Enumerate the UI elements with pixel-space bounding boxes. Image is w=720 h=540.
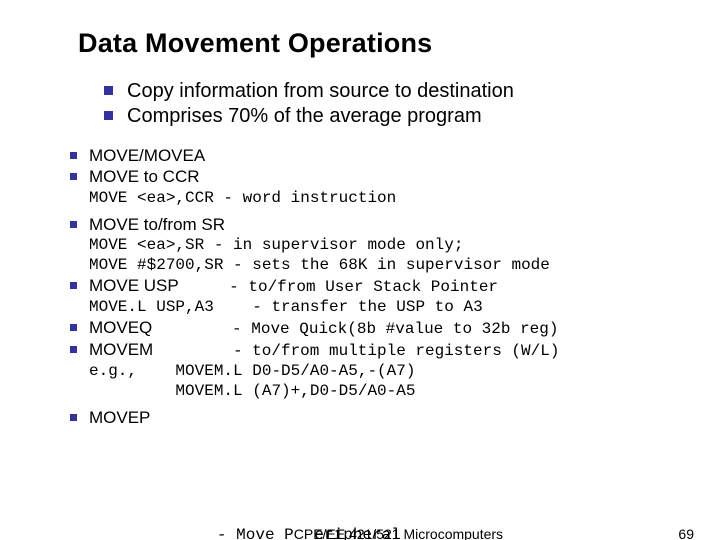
instr-row: MOVE USP - to/from User Stack Pointer — [70, 275, 700, 297]
square-bullet-icon — [70, 414, 77, 421]
instr-row: MOVEP — [70, 407, 700, 428]
slide: Data Movement Operations Copy informatio… — [0, 0, 720, 540]
instr-name: MOVE USP — [89, 276, 178, 295]
code-part: MOVE.L USP,A3 — [89, 298, 214, 316]
movep-desc-after: eripheral — [314, 526, 400, 540]
code-line: MOVE <ea>,SR - in supervisor mode only; — [89, 235, 700, 255]
instr-desc: - Move Quick(8b #value to 32b reg) — [232, 320, 558, 338]
instr-row: MOVE to/from SR — [70, 214, 700, 235]
instr-label: MOVEP — [89, 407, 150, 428]
instr-desc: - to/from User Stack Pointer — [229, 278, 498, 296]
instr-label: MOVE to/from SR — [89, 214, 225, 235]
instr-label: MOVE/MOVEA — [89, 145, 205, 166]
code-part: MOVEM.L D0-D5/A0-A5,-(A7) — [175, 362, 415, 380]
top-bullet-row: Comprises 70% of the average program — [104, 104, 700, 129]
instr-row: MOVEM - to/from multiple registers (W/L) — [70, 339, 700, 361]
code-eg: e.g., — [89, 362, 137, 380]
movep-desc-before: - Move P — [217, 526, 294, 540]
instruction-group: MOVE/MOVEA MOVE to CCR MOVE <ea>,CCR - w… — [70, 145, 700, 428]
top-bullet-text: Comprises 70% of the average program — [127, 104, 482, 129]
top-bullet-group: Copy information from source to destinat… — [104, 79, 700, 129]
square-bullet-icon — [104, 86, 113, 95]
instr-name: MOVEM — [89, 340, 153, 359]
top-bullet-row: Copy information from source to destinat… — [104, 79, 700, 104]
code-part: MOVEM.L (A7)+,D0-D5/A0-A5 — [175, 382, 415, 400]
code-line: e.g., MOVEM.L D0-D5/A0-A5,-(A7) — [89, 361, 700, 381]
top-bullet-text: Copy information from source to destinat… — [127, 79, 514, 104]
instr-label: MOVEQ - Move Quick(8b #value to 32b reg) — [89, 317, 558, 339]
square-bullet-icon — [70, 152, 77, 159]
code-line: MOVE <ea>,CCR - word instruction — [89, 188, 700, 208]
code-line: MOVEM.L (A7)+,D0-D5/A0-A5 — [89, 381, 700, 401]
instr-name: MOVEP — [89, 408, 150, 427]
square-bullet-icon — [70, 173, 77, 180]
slide-title: Data Movement Operations — [78, 28, 700, 59]
instr-row: MOVE/MOVEA — [70, 145, 700, 166]
square-bullet-icon — [70, 346, 77, 353]
instr-row: MOVE to CCR — [70, 166, 700, 187]
code-line: MOVE #$2700,SR - sets the 68K in supervi… — [89, 255, 700, 275]
instr-label: MOVE USP - to/from User Stack Pointer — [89, 275, 498, 297]
instr-name: MOVEQ — [89, 318, 152, 337]
square-bullet-icon — [104, 111, 113, 120]
instr-label: MOVEM - to/from multiple registers (W/L) — [89, 339, 559, 361]
page-number: 69 — [678, 526, 694, 540]
square-bullet-icon — [70, 282, 77, 289]
code-line: MOVE.L USP,A3 - transfer the USP to A3 — [89, 297, 700, 317]
instr-row: MOVEQ - Move Quick(8b #value to 32b reg) — [70, 317, 700, 339]
instr-desc: - to/from multiple registers (W/L) — [233, 342, 559, 360]
overlay-wrap: - Move Peripheral — [322, 526, 399, 540]
instr-label: MOVE to CCR — [89, 166, 200, 187]
code-desc: - transfer the USP to A3 — [252, 298, 482, 316]
square-bullet-icon — [70, 324, 77, 331]
square-bullet-icon — [70, 221, 77, 228]
